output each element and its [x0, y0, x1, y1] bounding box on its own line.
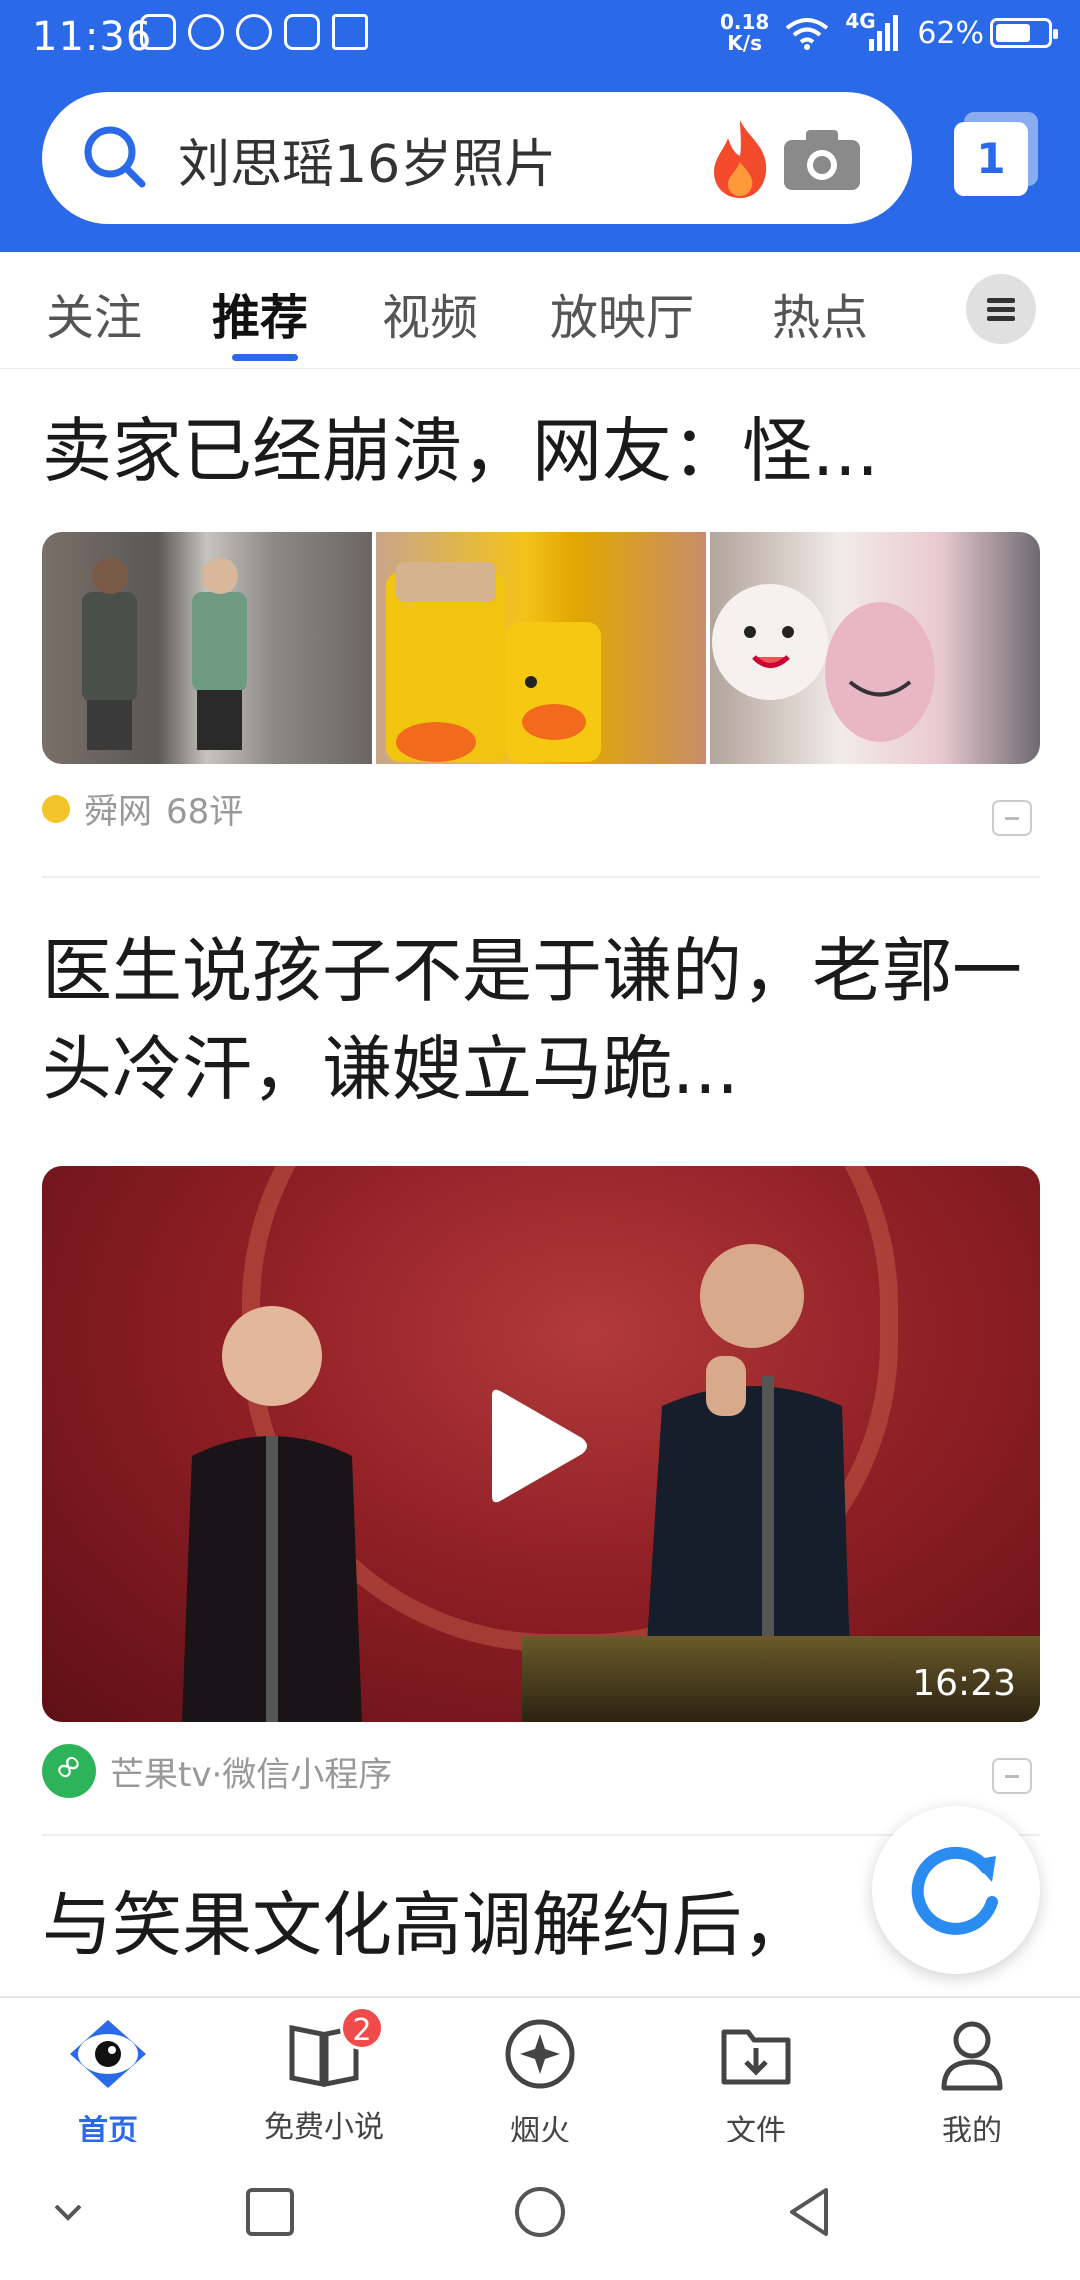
- fire-icon[interactable]: [702, 116, 778, 200]
- notification-app-icon: [140, 14, 176, 50]
- people-photo: [82, 558, 247, 750]
- dismiss-button[interactable]: [992, 800, 1032, 836]
- back-button[interactable]: [780, 2182, 840, 2242]
- battery: 62%: [917, 16, 1058, 51]
- cake-photo: [712, 584, 935, 742]
- tab-video[interactable]: 视频: [382, 278, 478, 348]
- article-image[interactable]: [42, 532, 372, 764]
- article-meta: 芒果tv·微信小程序: [42, 1744, 392, 1798]
- nav-home[interactable]: 首页: [8, 2012, 208, 2150]
- nav-free-novel[interactable]: 2 免费小说: [224, 2006, 424, 2146]
- folder-download-icon[interactable]: [714, 2012, 798, 2096]
- refresh-button[interactable]: [872, 1806, 1040, 1974]
- sparkle-icon[interactable]: [498, 2012, 582, 2096]
- person-icon[interactable]: [930, 2012, 1014, 2096]
- nav-profile[interactable]: 我的: [872, 2012, 1072, 2150]
- trash-icon: [332, 14, 368, 50]
- article-meta: 舜网 68评: [42, 784, 243, 833]
- source-name: 舜网: [84, 792, 152, 832]
- play-icon[interactable]: [482, 1386, 592, 1506]
- eye-icon[interactable]: [66, 2012, 150, 2096]
- home-button[interactable]: [510, 2182, 570, 2242]
- book-icon-wrap: 2: [282, 2006, 384, 2096]
- camera-icon[interactable]: [782, 126, 862, 192]
- source-name: 芒果tv·微信小程序: [110, 1754, 393, 1795]
- notification-icons: [140, 14, 368, 50]
- article-title[interactable]: 医生说孩子不是于谦的，老郭一头冷汗，谦嫂立马跪...: [42, 922, 1042, 1118]
- source-icon: [42, 794, 70, 823]
- news-feed[interactable]: 卖家已经崩溃，网友：怪... 舜网 68评 医生说孩子不是于谦的，老郭一头冷汗，…: [0, 368, 1080, 1996]
- bottom-navigation: 首页 2 免费小说 烟火 文件 我的: [0, 1996, 1080, 2149]
- search-icon[interactable]: [82, 124, 148, 190]
- status-time: 11:36: [32, 14, 153, 60]
- status-right: 0.18 K/s 4G 62%: [719, 9, 1058, 55]
- tab-cinema[interactable]: 放映厅: [550, 278, 694, 348]
- recent-apps-button[interactable]: [240, 2182, 300, 2242]
- article-image[interactable]: [376, 532, 706, 764]
- comment-count: 68评: [166, 792, 244, 832]
- system-navigation: [0, 2142, 1080, 2280]
- tab-hot[interactable]: 热点: [772, 278, 868, 348]
- battery-icon: [990, 18, 1058, 48]
- search-query[interactable]: 刘思瑶16岁照片: [178, 122, 556, 197]
- video-duration: 16:23: [912, 1663, 1016, 1704]
- dismiss-button[interactable]: [992, 1758, 1032, 1794]
- article-title[interactable]: 卖家已经崩溃，网友：怪...: [42, 402, 1042, 500]
- wifi-icon: [786, 18, 829, 50]
- chevron-down-icon[interactable]: [38, 2182, 98, 2242]
- vpn-icon: [236, 14, 272, 50]
- nav-fireworks[interactable]: 烟火: [440, 2012, 640, 2150]
- article-image-row[interactable]: [42, 532, 1040, 764]
- tab-recommend[interactable]: 推荐: [212, 278, 308, 348]
- video-thumbnail[interactable]: 16:23: [42, 1166, 1040, 1722]
- duck-toaster-photo: [386, 562, 601, 762]
- mango-tv-icon: [42, 1744, 96, 1798]
- net-speed: 0.18 K/s: [719, 10, 770, 55]
- active-tab-indicator: [232, 354, 298, 361]
- signal-icon: 4G: [845, 9, 901, 53]
- gallery-icon: [284, 14, 320, 50]
- wechat-icon: [188, 14, 224, 50]
- refresh-icon[interactable]: [872, 1806, 1040, 1974]
- status-bar: 11:36 0.18 K/s 4G 62%: [0, 0, 1080, 76]
- tab-count-button[interactable]: 1: [954, 122, 1028, 196]
- article-image[interactable]: [710, 532, 1040, 764]
- app-header: 11:36 0.18 K/s 4G 62% 刘思瑶16岁照片 1: [0, 0, 1080, 252]
- performer-left: [182, 1306, 362, 1722]
- divider: [42, 876, 1040, 878]
- unread-badge: 2: [340, 2006, 384, 2050]
- nav-files[interactable]: 文件: [656, 2012, 856, 2150]
- search-bar[interactable]: 刘思瑶16岁照片: [42, 92, 912, 224]
- tab-follow[interactable]: 关注: [46, 278, 142, 348]
- channel-menu-button[interactable]: [966, 274, 1036, 344]
- channel-tabs: 关注 推荐 视频 放映厅 热点: [0, 252, 1080, 369]
